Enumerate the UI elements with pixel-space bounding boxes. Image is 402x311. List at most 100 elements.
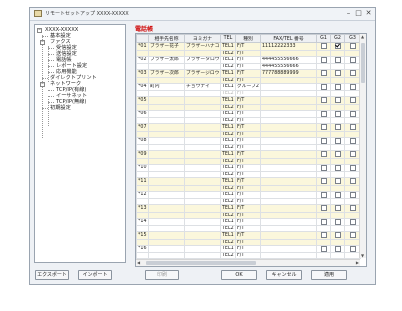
cell-name[interactable]: [148, 204, 185, 213]
cell-yomi[interactable]: [184, 163, 221, 172]
scroll-right-icon[interactable]: ▶: [356, 260, 359, 265]
vertical-scroll-thumb[interactable]: [361, 43, 365, 83]
col-header-tel[interactable]: TEL: [220, 34, 236, 43]
table-row[interactable]: *09 TEL1 F/T: [136, 150, 361, 159]
cell-name[interactable]: [148, 190, 185, 199]
g3-checkbox[interactable]: [349, 70, 356, 76]
cell-yomi[interactable]: ブラザーハナコ: [184, 42, 221, 51]
cell-number[interactable]: [260, 190, 317, 199]
vertical-scrollbar[interactable]: ▲ ▼: [359, 34, 366, 258]
g2-checkbox[interactable]: [334, 178, 341, 184]
g1-checkbox[interactable]: [320, 97, 327, 103]
cell-kind[interactable]: F/T: [235, 190, 261, 199]
g1-checkbox[interactable]: [320, 191, 327, 198]
cell-kind[interactable]: F/T: [235, 123, 261, 132]
col-header-yomi[interactable]: ヨミガナ: [184, 34, 221, 43]
cell-kind[interactable]: F/T: [235, 231, 261, 240]
apply-button[interactable]: 適用: [311, 270, 347, 280]
cell-tel[interactable]: TEL2: [220, 49, 236, 57]
g2-checkbox[interactable]: [334, 83, 341, 90]
g3-checkbox[interactable]: [349, 191, 356, 198]
print-button[interactable]: 印刷: [145, 270, 179, 280]
g1-checkbox[interactable]: [320, 178, 327, 184]
scroll-left-icon[interactable]: ◀: [137, 260, 140, 265]
cell-tel[interactable]: TEL1: [220, 231, 236, 240]
g3-checkbox[interactable]: [349, 43, 356, 49]
g3-checkbox[interactable]: [349, 97, 356, 103]
cell-tel[interactable]: TEL1: [220, 109, 236, 118]
g1-checkbox[interactable]: [320, 245, 327, 252]
cell-kind[interactable]: グループ2: [235, 82, 261, 91]
cell-name[interactable]: [148, 96, 185, 105]
cell-tel[interactable]: TEL1: [220, 244, 236, 253]
g1-checkbox[interactable]: [320, 56, 327, 63]
cell-yomi[interactable]: [184, 123, 221, 132]
cell-tel[interactable]: TEL1: [220, 150, 236, 159]
cell-number[interactable]: [260, 163, 317, 172]
table-row[interactable]: *04 町内 チョウナイ TEL1 グループ2: [136, 82, 361, 91]
cell-tel[interactable]: TEL1: [220, 42, 236, 51]
cell-tel[interactable]: TEL1: [220, 163, 236, 172]
cell-name[interactable]: ブラザー太郎: [148, 55, 185, 64]
g3-checkbox[interactable]: [349, 56, 356, 63]
table-row[interactable]: *06 TEL1 F/T: [136, 109, 361, 118]
cell-yomi[interactable]: チョウナイ: [184, 82, 221, 91]
table-row[interactable]: *07 TEL1 F/T: [136, 123, 361, 132]
g2-checkbox[interactable]: [334, 164, 341, 171]
cell-kind[interactable]: F/T: [235, 163, 261, 172]
cell-number[interactable]: [260, 244, 317, 253]
cell-tel[interactable]: TEL2: [220, 117, 236, 124]
cell-kind[interactable]: F/T: [235, 252, 261, 259]
cell-tel[interactable]: TEL1: [220, 55, 236, 64]
cell-number[interactable]: [260, 136, 317, 145]
cell-kind[interactable]: F/T: [235, 42, 261, 51]
g2-checkbox[interactable]: [334, 232, 341, 238]
cell-name[interactable]: [148, 163, 185, 172]
cell-number[interactable]: [260, 123, 317, 132]
collapse-icon[interactable]: –: [40, 82, 45, 87]
cell-tel[interactable]: TEL2: [220, 198, 236, 205]
cell-yomi[interactable]: [184, 136, 221, 145]
col-header-g2[interactable]: G2: [330, 34, 345, 43]
cancel-button[interactable]: キャンセル: [266, 270, 302, 280]
g2-checkbox[interactable]: [334, 43, 341, 49]
cell-tel[interactable]: TEL2: [220, 157, 236, 165]
cell-tel[interactable]: TEL2: [220, 211, 236, 219]
cell-kind[interactable]: F/T: [235, 244, 261, 253]
cell-tel[interactable]: TEL2: [220, 90, 236, 97]
g2-checkbox[interactable]: [334, 70, 341, 76]
cell-name[interactable]: [148, 252, 185, 259]
cell-yomi[interactable]: ブラザージロウ: [184, 69, 221, 78]
cell-tel[interactable]: TEL1: [220, 82, 236, 91]
scroll-up-icon[interactable]: ▲: [361, 34, 364, 39]
table-row[interactable]: *15 TEL1 F/T: [136, 231, 361, 240]
cell-yomi[interactable]: [184, 244, 221, 253]
g1-checkbox[interactable]: [320, 110, 327, 117]
cell-tel[interactable]: TEL1: [220, 136, 236, 145]
cell-name[interactable]: [148, 217, 185, 226]
cell-tel[interactable]: TEL1: [220, 217, 236, 226]
cell-name[interactable]: ブラザー次郎: [148, 69, 185, 78]
minimize-button[interactable]: –: [344, 9, 353, 18]
cell-tel[interactable]: TEL1: [220, 177, 236, 186]
tree-item-initial-settings[interactable]: 初期設定: [50, 105, 71, 111]
cell-kind[interactable]: F/T: [235, 177, 261, 186]
cell-yomi[interactable]: [184, 231, 221, 240]
table-row[interactable]: *02 ブラザー太郎 ブラザータロウ TEL1 F/T 444455556666: [136, 55, 361, 64]
cell-kind[interactable]: F/T: [235, 69, 261, 78]
table-row[interactable]: *10 TEL1 F/T: [136, 163, 361, 172]
g3-checkbox[interactable]: [349, 124, 356, 130]
cell-name[interactable]: ブラザー花子: [148, 42, 185, 51]
cell-number[interactable]: [260, 82, 317, 91]
cell-number[interactable]: 777788889999: [260, 69, 317, 78]
g1-checkbox[interactable]: [320, 151, 327, 157]
g3-checkbox[interactable]: [349, 232, 356, 238]
cell-tel[interactable]: TEL2: [220, 63, 236, 70]
g2-checkbox[interactable]: [334, 205, 341, 211]
horizontal-scrollbar[interactable]: ◀ ▶: [136, 259, 360, 266]
cell-yomi[interactable]: [184, 190, 221, 199]
g3-checkbox[interactable]: [349, 83, 356, 90]
g3-checkbox[interactable]: [349, 151, 356, 157]
cell-kind[interactable]: F/T: [235, 55, 261, 64]
g1-checkbox[interactable]: [320, 70, 327, 76]
